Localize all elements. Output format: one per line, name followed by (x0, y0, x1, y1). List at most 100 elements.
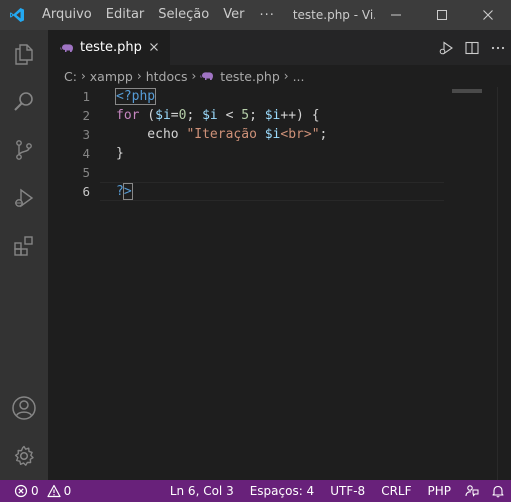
maximize-icon (437, 10, 447, 20)
files-icon (15, 44, 33, 65)
minimap[interactable] (452, 87, 497, 480)
minimize-icon (391, 14, 401, 16)
gear-icon (14, 445, 34, 466)
breadcrumb: C: › xampp › htdocs › teste.php › ... (48, 65, 511, 87)
run-debug-small-icon (439, 40, 453, 55)
code-token: ( (139, 108, 156, 123)
bell-icon (492, 485, 504, 498)
breadcrumb-symbols[interactable]: ... (293, 69, 305, 84)
tab-close-icon[interactable] (147, 40, 161, 54)
warning-icon (47, 484, 61, 498)
maximize-button[interactable] (419, 0, 465, 30)
code-line-6: ?> (116, 182, 133, 201)
breadcrumb-file[interactable]: teste.php (200, 68, 280, 84)
split-editor-icon (465, 41, 479, 54)
variable-token: $i (155, 108, 171, 123)
menu-selecao[interactable]: Seleção (151, 0, 216, 30)
current-line-highlight (100, 182, 444, 201)
breadcrumb-htdocs[interactable]: htdocs (146, 69, 188, 84)
status-bar-right: Ln 6, Col 3 Espaços: 4 UTF-8 CRLF PHP (162, 480, 511, 502)
php-close-tag-q: ? (116, 184, 124, 199)
account-icon (12, 396, 36, 420)
chevron-right-icon: › (80, 69, 86, 83)
code-token: = (170, 108, 179, 123)
manage-settings-button[interactable] (0, 432, 48, 480)
menu-arquivo[interactable]: Arquivo (34, 0, 99, 30)
tab-label: teste.php (80, 40, 142, 55)
code-token: < (217, 108, 242, 123)
source-control-button[interactable] (0, 126, 48, 174)
menu-editar[interactable]: Editar (99, 0, 152, 30)
vscode-logo-icon (0, 0, 34, 30)
extensions-button[interactable] (0, 222, 48, 270)
explorer-button[interactable] (0, 30, 48, 78)
menu-ver[interactable]: Ver (216, 0, 251, 30)
search-button[interactable] (0, 78, 48, 126)
string-token: <br>" (280, 127, 320, 142)
close-window-button[interactable] (465, 0, 511, 30)
more-actions-icon (491, 46, 505, 49)
line-number: 3 (82, 127, 90, 142)
chevron-right-icon: › (136, 69, 142, 83)
breadcrumb-file-label: teste.php (220, 68, 280, 84)
title-bar: Arquivo Editar Seleção Ver ··· teste.php… (0, 0, 511, 30)
extensions-icon (14, 236, 33, 256)
accounts-button[interactable] (0, 384, 48, 432)
code-line-4: } (116, 144, 124, 163)
keyword-echo: echo (116, 127, 179, 142)
run-file-button[interactable] (433, 30, 459, 65)
split-editor-button[interactable] (459, 30, 485, 65)
line-number-active: 6 (82, 184, 90, 199)
menu-more-button[interactable]: ··· (251, 8, 282, 23)
close-icon (483, 10, 493, 20)
keyword-for: for (116, 108, 140, 123)
problems-indicator[interactable]: 0 0 (0, 480, 79, 502)
editor-tabs: teste.php (48, 30, 511, 65)
minimap-slider[interactable] (452, 89, 482, 93)
encoding-setting[interactable]: UTF-8 (322, 484, 373, 498)
string-token: "Iteração (186, 127, 265, 142)
line-number: 1 (82, 89, 90, 104)
menu-bar: Arquivo Editar Seleção Ver ··· (34, 0, 283, 30)
chevron-right-icon: › (191, 69, 197, 83)
warning-count: 0 (63, 484, 72, 498)
feedback-button[interactable] (459, 480, 485, 502)
closing-brace: } (116, 146, 124, 161)
window-title: teste.php - Vi... (292, 8, 375, 22)
indentation-setting[interactable]: Espaços: 4 (242, 484, 323, 498)
feedback-icon (465, 485, 479, 497)
code-token: ; (249, 108, 265, 123)
eol-setting[interactable]: CRLF (373, 484, 419, 498)
code-line-3: echo "Iteração $i<br>"; (116, 125, 327, 144)
breadcrumb-drive[interactable]: C: (64, 69, 77, 84)
run-debug-icon (15, 188, 34, 208)
code-editor[interactable]: 1 2 3 4 5 6 <?php for ($i=0; $i < 5; $i+… (48, 87, 511, 480)
error-count: 0 (31, 484, 39, 498)
line-number: 4 (82, 146, 90, 161)
variable-token: $i (202, 108, 218, 123)
code-token: ; (319, 127, 328, 142)
vertical-scrollbar[interactable] (497, 87, 511, 480)
cursor-position[interactable]: Ln 6, Col 3 (162, 484, 242, 498)
number-token: 5 (241, 108, 250, 123)
run-debug-button[interactable] (0, 174, 48, 222)
code-content[interactable]: <?php for ($i=0; $i < 5; $i++) { echo "I… (114, 87, 327, 200)
line-number: 5 (82, 165, 90, 180)
chevron-right-icon: › (283, 69, 289, 83)
variable-token: $i (264, 108, 281, 123)
php-elephant-icon (200, 72, 214, 80)
variable-token: $i (264, 127, 281, 142)
language-mode[interactable]: PHP (420, 484, 460, 498)
php-elephant-icon (60, 43, 73, 52)
breadcrumb-xampp[interactable]: xampp (90, 69, 133, 84)
editor-actions (433, 30, 511, 65)
search-icon (14, 92, 33, 111)
tab-teste-php[interactable]: teste.php (48, 30, 170, 65)
notifications-button[interactable] (485, 480, 511, 502)
line-number-gutter: 1 2 3 4 5 6 (48, 87, 100, 480)
more-actions-button[interactable] (485, 30, 511, 65)
code-token: ; (186, 108, 203, 123)
error-icon (14, 484, 28, 498)
source-control-icon (16, 140, 32, 160)
minimize-button[interactable] (373, 0, 419, 30)
